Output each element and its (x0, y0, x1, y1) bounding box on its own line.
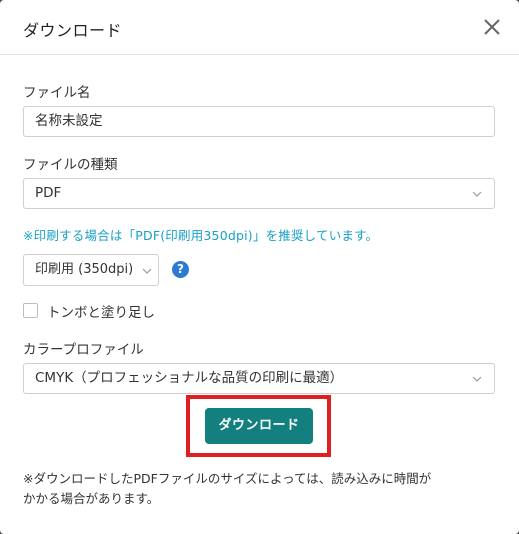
footnote-line-2: かかる場合があります。 (23, 491, 160, 506)
file-type-select[interactable]: PDF (23, 178, 495, 209)
file-name-label: ファイル名 (23, 85, 91, 101)
chevron-down-icon (142, 268, 152, 274)
dialog-header: ダウンロード (0, 0, 519, 55)
chevron-down-icon (472, 191, 482, 197)
close-icon[interactable] (483, 18, 501, 36)
file-name-input[interactable]: 名称未設定 (23, 106, 495, 137)
color-profile-selected: CMYK（プロフェッショナルな品質の印刷に最適） (35, 370, 344, 386)
footnote-line-1: ※ダウンロードしたPDFファイルのサイズによっては、読み込みに時間が (23, 471, 432, 486)
download-dialog: ダウンロード ファイル名 名称未設定 ファイルの種類 PDF ※印刷する場合は「… (0, 0, 519, 534)
download-button[interactable]: ダウンロード (205, 408, 313, 444)
file-type-selected: PDF (35, 185, 62, 201)
crop-marks-checkbox[interactable] (23, 303, 38, 318)
color-profile-select[interactable]: CMYK（プロフェッショナルな品質の印刷に最適） (23, 363, 495, 394)
file-type-label: ファイルの種類 (23, 157, 118, 173)
chevron-down-icon (472, 376, 482, 382)
color-profile-label: カラープロファイル (23, 342, 144, 358)
crop-marks-label[interactable]: トンボと塗り足し (47, 301, 155, 321)
resolution-select[interactable]: 印刷用 (350dpi) (23, 254, 159, 286)
dialog-title: ダウンロード (23, 21, 123, 40)
question-circle-icon[interactable]: ? (172, 261, 189, 278)
resolution-selected: 印刷用 (350dpi) (35, 262, 134, 277)
print-notice: ※印刷する場合は「PDF(印刷用350dpi)」を推奨しています。 (23, 228, 379, 243)
download-footnote: ※ダウンロードしたPDFファイルのサイズによっては、読み込みに時間が かかる場合… (23, 469, 499, 509)
